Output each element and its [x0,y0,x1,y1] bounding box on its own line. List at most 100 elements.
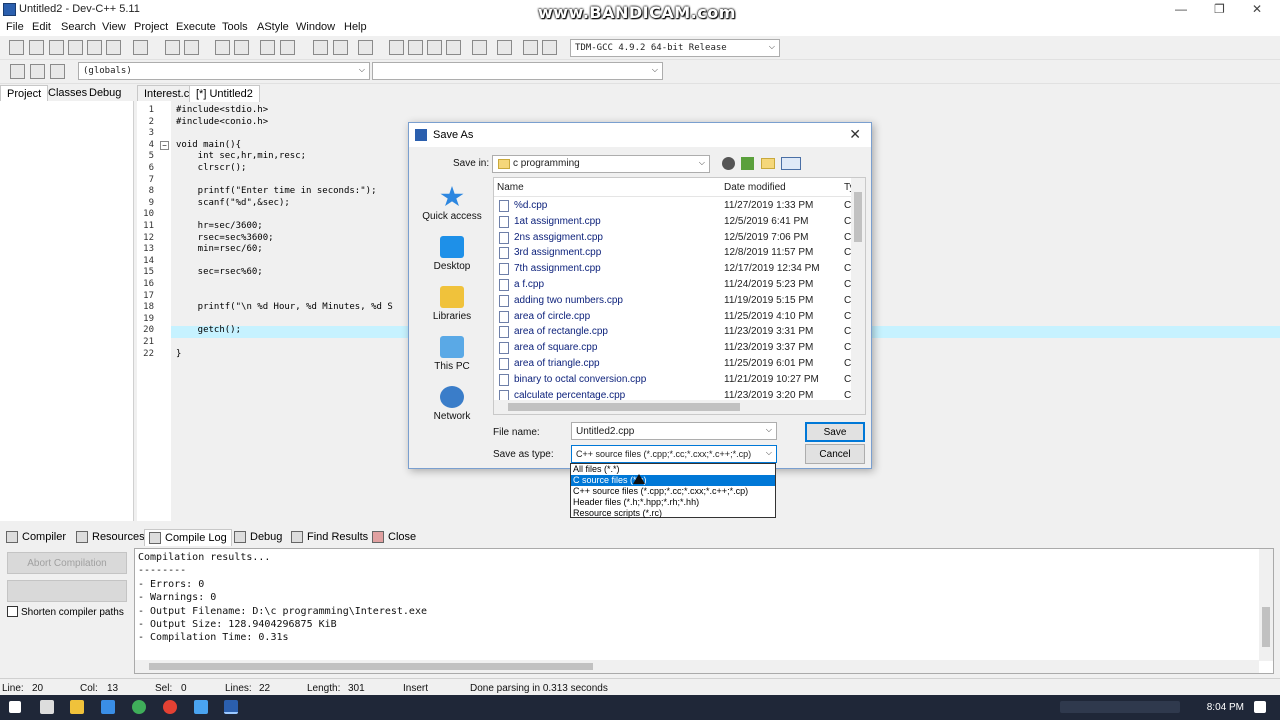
chrome-icon[interactable] [163,700,177,714]
log-vertical-scrollbar[interactable] [1259,549,1273,661]
maximize-button[interactable]: ❐ [1214,2,1225,16]
file-row[interactable]: binary to octal conversion.cpp 11/21/2019… [494,372,855,388]
close-file-icon[interactable] [87,40,102,55]
place-this-pc[interactable]: This PC [417,336,487,372]
fold-toggle-icon[interactable]: − [160,140,169,150]
chart-icon[interactable] [523,40,538,55]
app-icon[interactable] [132,700,146,714]
file-row[interactable]: 3rd assignment.cpp 12/8/2019 11:57 PM C- [494,245,855,261]
new-file-icon[interactable] [9,40,24,55]
save-type-option[interactable]: C source files (*.c) [571,475,775,486]
unindent-icon[interactable] [333,40,348,55]
replace-icon[interactable] [234,40,249,55]
compile-log-output[interactable]: Compilation results... -------- - Errors: … [134,548,1274,674]
place-quick-access[interactable]: Quick access [417,186,487,222]
save-all-icon[interactable] [68,40,83,55]
undo-icon[interactable] [165,40,180,55]
file-row[interactable]: area of square.cpp 11/23/2019 3:37 PM C- [494,340,855,356]
file-explorer-icon[interactable] [70,700,84,714]
symbol-select[interactable]: ⌵ [372,62,663,80]
find-icon[interactable] [215,40,230,55]
column-header-name[interactable]: Name [497,182,524,193]
project-browser[interactable] [0,101,134,521]
menu-tools[interactable]: Tools [222,21,248,33]
menu-project[interactable]: Project [134,21,168,33]
check-icon[interactable] [472,40,487,55]
file-row[interactable]: 1at assignment.cpp 12/5/2019 6:41 PM C- [494,214,855,230]
menu-astyle[interactable]: AStyle [257,21,289,33]
save-type-option[interactable]: Header files (*.h;*.hpp;*.rh;*.hh) [571,497,775,508]
save-icon[interactable] [49,40,64,55]
file-row[interactable]: %d.cpp 11/27/2019 1:33 PM C- [494,198,855,214]
toggle-comment-icon[interactable] [358,40,373,55]
file-row[interactable]: a f.cpp 11/24/2019 5:23 PM C- [494,277,855,293]
tab-debug-bottom[interactable]: Debug [230,529,286,546]
scroll-thumb[interactable] [149,663,593,670]
shorten-paths-checkbox[interactable] [7,606,18,617]
compile-icon[interactable] [408,40,423,55]
save-type-option[interactable]: C++ source files (*.cpp;*.cc;*.cxx;*.c++… [571,486,775,497]
tab-resources[interactable]: Resources [72,529,149,546]
file-row[interactable]: 2ns assgigment.cpp 12/5/2019 7:06 PM C- [494,230,855,246]
file-list-horizontal-scrollbar[interactable] [494,400,853,414]
dialog-close-icon[interactable]: ✕ [849,126,861,143]
column-header-date[interactable]: Date modified [724,182,786,193]
store-icon[interactable] [101,700,115,714]
new-project-icon[interactable] [389,40,404,55]
scroll-thumb[interactable] [508,403,740,411]
save-type-option[interactable]: Resource scripts (*.rc) [571,508,775,519]
notification-icon[interactable] [1254,701,1266,713]
place-desktop[interactable]: Desktop [417,236,487,272]
abort-compilation-button[interactable]: Abort Compilation [7,552,127,574]
filename-input[interactable]: Untitled2.cpp ⌵ [571,422,777,440]
insert-icon[interactable] [10,64,25,79]
start-windows-icon[interactable] [9,701,21,713]
cancel-button[interactable]: Cancel [805,444,865,464]
minimize-button[interactable]: — [1175,2,1187,16]
compiler-select[interactable]: TDM-GCC 4.9.2 64-bit Release ⌵ [570,39,780,57]
menu-help[interactable]: Help [344,21,367,33]
scope-select[interactable]: (globals) ⌵ [78,62,370,80]
toggle-bookmark-icon[interactable] [280,40,295,55]
up-folder-icon[interactable] [741,157,754,170]
stop-execution-icon[interactable] [497,40,512,55]
run-icon[interactable] [427,40,442,55]
file-list[interactable]: Name Date modified Ty %d.cpp 11/27/2019 1… [493,177,866,415]
close-all-icon[interactable] [106,40,121,55]
menu-search[interactable]: Search [61,21,96,33]
taskbar-clock[interactable]: 8:04 PM [1207,702,1244,713]
menu-view[interactable]: View [102,21,126,33]
scroll-thumb[interactable] [1262,607,1270,647]
tab-debug[interactable]: Debug [89,87,121,99]
scroll-thumb[interactable] [854,192,862,242]
file-row[interactable]: adding two numbers.cpp 11/19/2019 5:15 PM… [494,293,855,309]
tab-find-results[interactable]: Find Results [287,529,372,546]
save-type-select[interactable]: C++ source files (*.cpp;*.cc;*.cxx;*.c++… [571,445,777,463]
compile-run-icon[interactable] [446,40,461,55]
menu-edit[interactable]: Edit [32,21,51,33]
tab-compiler[interactable]: Compiler [2,529,70,546]
bookmarks-icon[interactable] [50,64,65,79]
file-row[interactable]: area of triangle.cpp 11/25/2019 6:01 PM C- [494,356,855,372]
place-network[interactable]: Network [417,386,487,422]
save-type-option[interactable]: All files (*.*) [571,464,775,475]
menu-execute[interactable]: Execute [176,21,216,33]
redo-icon[interactable] [184,40,199,55]
file-list-vertical-scrollbar[interactable] [851,178,865,414]
debug-bug-icon[interactable] [542,40,557,55]
save-in-select[interactable]: c programming ⌵ [492,155,710,173]
tab-project[interactable]: Project [0,85,49,102]
print-icon[interactable] [133,40,148,55]
tab-compile-log[interactable]: Compile Log [144,529,232,546]
tab-close[interactable]: Close [368,529,420,546]
file-row[interactable]: area of rectangle.cpp 11/23/2019 3:31 PM C… [494,324,855,340]
back-icon[interactable] [722,157,735,170]
menu-file[interactable]: File [6,21,24,33]
save-button[interactable]: Save [805,422,865,442]
editor-tab-untitled2[interactable]: [*] Untitled2 [189,85,260,102]
view-menu-icon[interactable] [781,157,801,170]
system-tray-icons[interactable] [1060,701,1180,713]
editor-tab-interest[interactable]: Interest.c [137,85,197,102]
log-horizontal-scrollbar[interactable] [135,660,1259,673]
goto-line-icon[interactable] [30,64,45,79]
